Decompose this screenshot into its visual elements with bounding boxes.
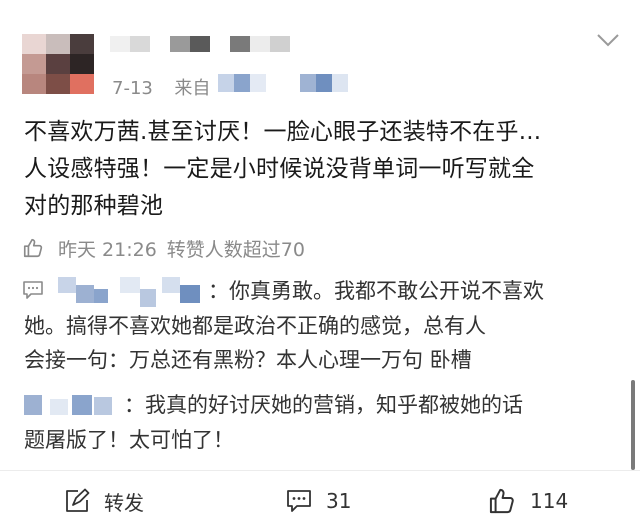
reply-text: 题屠版了！太可怕了！	[24, 428, 234, 452]
reply-item[interactable]: ：你真勇敢。我都不敢公开说不喜欢 她。搞得不喜欢她都是政治不正确的感觉，总有人 …	[24, 274, 618, 377]
comment-icon	[287, 490, 311, 512]
reply-text: ：我真的好讨厌她的营销，知乎都被她的话	[124, 393, 523, 417]
weibo-post-card: 7-13 来自 不喜欢万茜.甚至讨厌！一脸心眼子还装特不在乎... 人设感特强！…	[0, 0, 640, 530]
likes-note: 转赞人数超过70	[166, 238, 305, 261]
repost-icon	[66, 488, 90, 512]
reply-text: ：你真勇敢。我都不敢公开说不喜欢	[208, 279, 544, 303]
reply-author-redacted[interactable]	[58, 275, 208, 309]
post-text-line: 对的那种碧池	[24, 193, 164, 219]
reply-first-line: ：你真勇敢。我都不敢公开说不喜欢	[58, 274, 618, 309]
post-source-label: 来自	[174, 78, 211, 99]
source-redacted	[218, 74, 348, 92]
reply-text: 会接一句：万总还有黑粉？本人心理一万句 卧槽	[24, 348, 472, 372]
comment-button[interactable]: 31	[286, 484, 351, 518]
reply-item[interactable]: ：我真的好讨厌她的营销，知乎都被她的话 题屠版了！太可怕了！	[24, 388, 618, 457]
post-meta: 7-13 来自	[112, 74, 210, 100]
like-count: 114	[530, 489, 569, 513]
comment-time: 昨天 21:26	[58, 238, 157, 261]
reply-text: 她。搞得不喜欢她都是政治不正确的感觉，总有人	[24, 314, 486, 338]
chevron-down-icon[interactable]	[596, 32, 620, 48]
like-icon	[489, 488, 514, 514]
reply-author-redacted[interactable]	[24, 389, 124, 423]
repost-button[interactable]: 转发	[64, 484, 144, 518]
reply-bubble-icon	[23, 281, 43, 299]
post-text-line: 不喜欢万茜.甚至讨厌！一脸心眼子还装特不在乎...	[24, 119, 542, 145]
like-button[interactable]: 114	[488, 484, 568, 518]
username-redacted[interactable]	[110, 36, 290, 52]
comment-count: 31	[326, 489, 352, 513]
post-text-line: 人设感特强！一定是小时候说没背单词一听写就全	[24, 156, 535, 182]
scrollbar[interactable]	[631, 380, 635, 470]
divider	[0, 470, 640, 471]
post-body: 不喜欢万茜.甚至讨厌！一脸心眼子还装特不在乎... 人设感特强！一定是小时候说没…	[24, 114, 620, 225]
avatar[interactable]	[22, 34, 94, 94]
repost-label: 转发	[104, 490, 144, 515]
comment-meta-row: 昨天 21:26 转赞人数超过70	[22, 234, 305, 262]
reply-first-line: ：我真的好讨厌她的营销，知乎都被她的话	[24, 388, 618, 423]
post-date: 7-13	[112, 78, 153, 99]
thumbs-up-icon[interactable]	[22, 237, 44, 259]
